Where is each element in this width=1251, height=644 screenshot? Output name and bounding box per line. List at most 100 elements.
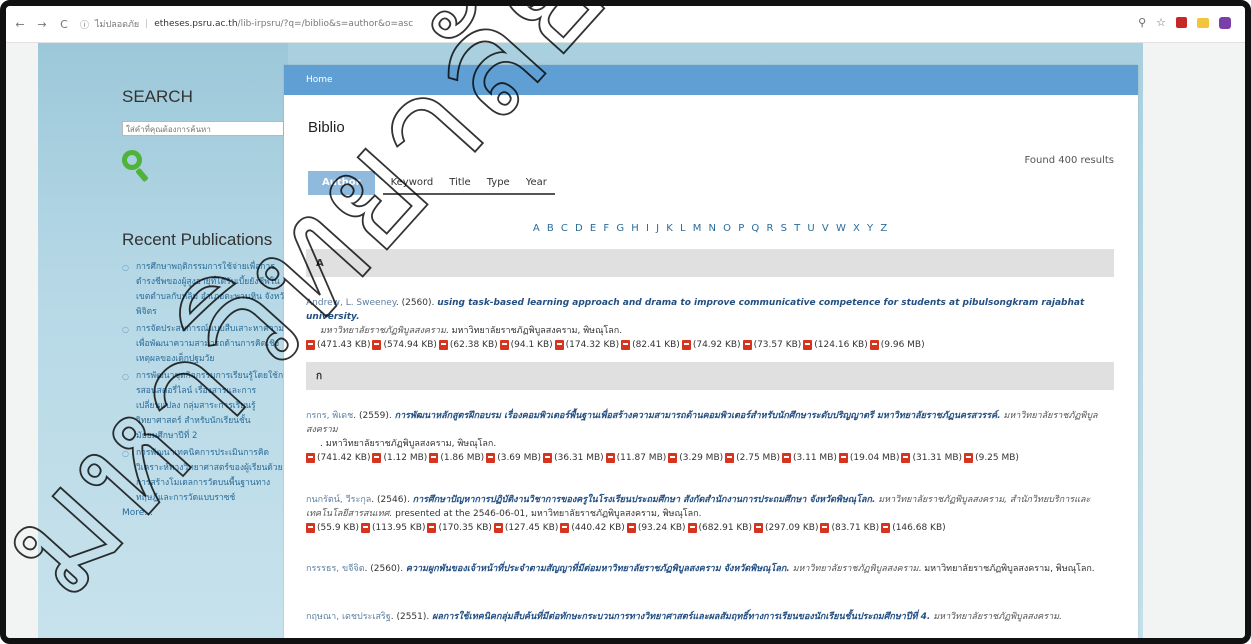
- entry-author-link[interactable]: กฤษณา, เดชประเสริฐ: [306, 612, 391, 622]
- file-size: (82.41 KB): [632, 340, 680, 350]
- file-size: (74.92 KB): [692, 340, 741, 350]
- entry-year: . (2560).: [364, 564, 406, 574]
- search-input[interactable]: ใส่คำที่คุณต้องการค้นหา: [122, 121, 284, 136]
- entry-title-link[interactable]: การศึกษาปัญหาการปฏิบัติงานวิชาการของครูใ…: [413, 495, 876, 505]
- file-size: (3.69 MB): [497, 453, 542, 463]
- alphabet-filter[interactable]: A B C D E F G H I J K L M N O P Q R S T …: [284, 223, 1138, 234]
- entry-files: (471.43 KB) (574.94 KB) (62.38 KB) (94.1 KB…: [306, 338, 1118, 352]
- file-download-link[interactable]: (9.25 MB): [964, 451, 1019, 465]
- file-download-link[interactable]: (93.24 KB): [626, 521, 686, 535]
- file-download-link[interactable]: (682.91 KB): [687, 521, 752, 535]
- pdf-icon: [881, 523, 891, 533]
- file-download-link[interactable]: (2.75 MB): [725, 451, 780, 465]
- pdf-icon: [820, 523, 830, 533]
- file-size: (127.45 KB): [504, 523, 559, 533]
- entry-year: . (2546).: [371, 495, 413, 505]
- file-download-link[interactable]: (3.11 MB): [782, 451, 837, 465]
- tab-author[interactable]: Author: [308, 171, 375, 195]
- tab-title[interactable]: Title: [441, 171, 479, 195]
- file-download-link[interactable]: (1.12 MB): [372, 451, 427, 465]
- file-download-link[interactable]: (11.87 MB): [605, 451, 666, 465]
- recent-publication-link[interactable]: การศึกษาพฤติกรรมการใช้จ่ายเพื่อการดำรงชี…: [122, 260, 290, 320]
- file-size: (83.71 KB): [831, 523, 880, 533]
- file-download-link[interactable]: (73.57 KB): [742, 338, 801, 352]
- section-header-a: A: [306, 249, 1114, 277]
- file-download-link[interactable]: (74.92 KB): [681, 338, 741, 352]
- search-icon[interactable]: [122, 150, 152, 188]
- file-download-link[interactable]: (1.86 MB): [429, 451, 484, 465]
- file-size: (113.95 KB): [372, 523, 426, 533]
- pdf-extension-icon[interactable]: [1176, 17, 1187, 28]
- recent-publication-link[interactable]: การพัฒนาเทคนิคการประเมินการคิดวิเคราะห์ท…: [122, 446, 290, 506]
- entry-title-link[interactable]: ผลการใช้เทคนิคกลุ่มสืบค้นที่มีต่อทักษะกร…: [432, 612, 930, 622]
- pdf-icon: [306, 453, 315, 463]
- tab-year[interactable]: Year: [517, 171, 555, 195]
- file-size: (471.43 KB): [317, 340, 371, 350]
- file-download-link[interactable]: (55.9 KB): [306, 521, 359, 535]
- forward-button[interactable]: →: [34, 18, 50, 31]
- entry-place: . มหาวิทยาลัยราชภัฏพิบูลสงคราม, พิษณุโลก…: [445, 326, 623, 336]
- file-size: (19.04 MB): [849, 453, 900, 463]
- file-download-link[interactable]: (741.42 KB): [306, 451, 370, 465]
- file-download-link[interactable]: (440.42 KB): [560, 521, 625, 535]
- file-download-link[interactable]: (31.31 MB): [901, 451, 962, 465]
- file-size: (741.42 KB): [317, 453, 371, 463]
- zoom-icon[interactable]: ⚲: [1138, 16, 1146, 29]
- entry-publisher: มหาวิทยาลัยราชภัฏพิบูลสงคราม: [792, 564, 919, 574]
- file-download-link[interactable]: (471.43 KB): [306, 338, 370, 352]
- file-size: (55.9 KB): [317, 523, 359, 533]
- folder-extension-icon[interactable]: [1197, 17, 1209, 28]
- pdf-icon: [372, 340, 382, 350]
- profile-icon[interactable]: [1219, 16, 1231, 29]
- file-download-link[interactable]: (124.16 KB): [803, 338, 868, 352]
- file-download-link[interactable]: (9.96 MB): [869, 338, 925, 352]
- file-download-link[interactable]: (3.29 MB): [668, 451, 723, 465]
- star-icon[interactable]: ☆: [1156, 16, 1166, 29]
- tab-type[interactable]: Type: [478, 171, 518, 195]
- pdf-icon: [429, 453, 439, 463]
- file-download-link[interactable]: (36.31 MB): [543, 451, 604, 465]
- entry-author-link[interactable]: Andrew, L. Sweeney: [306, 298, 396, 308]
- section-header-ko: ก: [306, 362, 1114, 390]
- pdf-icon: [427, 523, 437, 533]
- back-button[interactable]: ←: [12, 18, 28, 31]
- breadcrumb-home-link[interactable]: Home: [306, 75, 333, 85]
- file-download-link[interactable]: (82.41 KB): [621, 338, 680, 352]
- file-download-link[interactable]: (3.69 MB): [486, 451, 541, 465]
- file-download-link[interactable]: (170.35 KB): [427, 521, 492, 535]
- file-download-link[interactable]: (297.09 KB): [754, 521, 818, 535]
- file-download-link[interactable]: (146.68 KB): [881, 521, 946, 535]
- file-size: (574.94 KB): [383, 340, 437, 350]
- file-download-link[interactable]: (574.94 KB): [372, 338, 437, 352]
- entry-title-link[interactable]: ความผูกพันของเจ้าหน้าที่ประจำตามสัญญาที่…: [406, 564, 790, 574]
- file-download-link[interactable]: (113.95 KB): [361, 521, 425, 535]
- biblio-entry: กรกร, พิเดช. (2559). การพัฒนาหลักสูตรฝึก…: [306, 409, 1118, 465]
- entry-title-link[interactable]: การพัฒนาหลักสูตรฝึกอบรม เรื่องคอมพิวเตอร…: [395, 411, 1001, 421]
- file-download-link[interactable]: (94.1 KB): [499, 338, 553, 352]
- pdf-icon: [543, 453, 553, 463]
- file-size: (124.16 KB): [814, 340, 868, 350]
- file-download-link[interactable]: (83.71 KB): [820, 521, 879, 535]
- recent-publication-link[interactable]: การจัดประสบการณ์แบบสืบเสาะหาความรู้เพื่อ…: [122, 322, 290, 367]
- file-size: (146.68 KB): [892, 523, 946, 533]
- entry-author-link[interactable]: กรกร, พิเดช: [306, 411, 353, 421]
- file-download-link[interactable]: (62.38 KB): [438, 338, 498, 352]
- reload-button[interactable]: C: [56, 18, 72, 31]
- entry-author-link[interactable]: กรรรธร, ขจีจิต: [306, 564, 365, 574]
- address-bar[interactable]: ⓘ ไม่ปลอดภัย | etheses.psru.ac.th/lib-ir…: [80, 17, 413, 31]
- sidebar: SEARCH ใส่คำที่คุณต้องการค้นหา Recent Pu…: [122, 87, 290, 518]
- recent-publication-link[interactable]: การพัฒนาชุดกิจกรรมการเรียนรู้โดยใช้การสอ…: [122, 369, 290, 444]
- file-size: (9.25 MB): [975, 453, 1019, 463]
- tab-keyword[interactable]: Keyword: [382, 171, 442, 195]
- file-size: (94.1 KB): [510, 340, 553, 350]
- file-download-link[interactable]: (19.04 MB): [838, 451, 900, 465]
- file-download-link[interactable]: (174.32 KB): [554, 338, 619, 352]
- entry-place: presented at the 2546-06-01, มหาวิทยาลัย…: [392, 509, 702, 519]
- more-link[interactable]: More...: [122, 508, 290, 518]
- entry-author-link[interactable]: กนกรัตน์, วีระกุล: [306, 495, 371, 505]
- file-size: (1.86 MB): [440, 453, 485, 463]
- file-size: (93.24 KB): [637, 523, 686, 533]
- file-download-link[interactable]: (127.45 KB): [493, 521, 559, 535]
- pdf-icon: [782, 453, 792, 463]
- recent-publications-list: การศึกษาพฤติกรรมการใช้จ่ายเพื่อการดำรงชี…: [122, 260, 290, 506]
